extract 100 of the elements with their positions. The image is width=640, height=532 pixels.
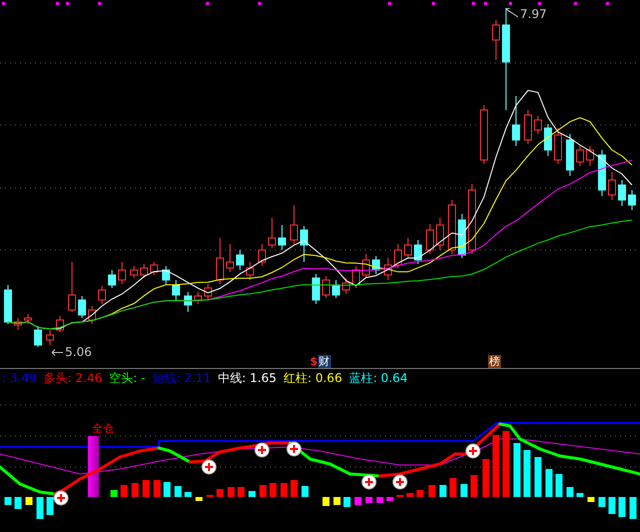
histogram-bar bbox=[174, 486, 182, 497]
plus-signal-icon bbox=[254, 442, 270, 458]
indicator-value: 多头: 2.46 bbox=[44, 371, 102, 385]
candlestick bbox=[598, 150, 606, 196]
histogram-bar bbox=[184, 492, 192, 497]
histogram-bar bbox=[36, 497, 44, 519]
histogram-bar bbox=[450, 478, 456, 497]
candlestick bbox=[312, 274, 320, 304]
histogram-bar bbox=[482, 459, 490, 497]
histogram-bar bbox=[154, 480, 160, 497]
candlestick bbox=[394, 244, 402, 268]
candlestick bbox=[172, 280, 180, 300]
candlestick bbox=[204, 284, 212, 300]
candlestick bbox=[384, 258, 392, 280]
histogram-bar bbox=[366, 497, 372, 503]
histogram-bar bbox=[524, 450, 530, 497]
candlestick bbox=[150, 262, 158, 276]
candlestick bbox=[352, 266, 360, 288]
plus-signal-icon bbox=[202, 460, 216, 474]
candlestick bbox=[118, 262, 126, 284]
candlestick bbox=[458, 214, 466, 258]
candlestick bbox=[414, 240, 422, 264]
candlestick bbox=[290, 204, 298, 244]
candlestick bbox=[194, 292, 202, 304]
candlestick bbox=[468, 184, 476, 254]
histogram-bar bbox=[546, 469, 552, 497]
candlestick bbox=[78, 296, 86, 318]
candlestick bbox=[480, 104, 488, 164]
candlestick bbox=[608, 172, 616, 200]
histogram-bar bbox=[416, 490, 424, 497]
indicator-value: 中线: 1.65 bbox=[218, 371, 276, 385]
histogram-bar bbox=[406, 493, 414, 497]
histogram-bar bbox=[618, 497, 626, 517]
candlestick bbox=[140, 264, 148, 278]
candlestick bbox=[372, 256, 380, 274]
histogram-bar bbox=[386, 497, 394, 501]
histogram-bar bbox=[196, 497, 202, 501]
candlestick bbox=[322, 276, 330, 298]
signal-label: 全仓 bbox=[92, 423, 114, 435]
candlestick bbox=[130, 266, 138, 278]
candlestick bbox=[162, 266, 170, 284]
histogram-bar bbox=[514, 443, 520, 497]
histogram-bar bbox=[608, 497, 616, 514]
candlestick bbox=[88, 306, 96, 324]
candlestick bbox=[544, 124, 552, 156]
signal-bar bbox=[88, 436, 99, 497]
histogram-bar bbox=[26, 497, 32, 505]
pointer-arrow-icon bbox=[505, 8, 519, 18]
histogram-bar bbox=[428, 485, 436, 497]
histogram-bar bbox=[142, 480, 150, 497]
candlestick bbox=[68, 262, 76, 312]
histogram-bar bbox=[440, 485, 446, 497]
indicator-value: 红柱: 0.66 bbox=[284, 371, 342, 385]
candlestick bbox=[554, 128, 562, 164]
histogram-bar bbox=[132, 483, 138, 497]
candlestick bbox=[362, 254, 370, 278]
candlestick bbox=[300, 226, 308, 262]
histogram-bar bbox=[120, 485, 128, 497]
histogram-bar bbox=[216, 489, 224, 497]
candlestick bbox=[258, 244, 266, 266]
histogram-bar bbox=[576, 493, 584, 497]
indicator-value: : 3.49 bbox=[2, 371, 37, 385]
histogram-bar bbox=[344, 497, 350, 507]
candlestick bbox=[14, 318, 22, 330]
histogram-bar bbox=[260, 485, 266, 497]
histogram-bar bbox=[502, 431, 510, 497]
pointer-arrow-icon bbox=[51, 348, 64, 356]
plus-signal-icon bbox=[286, 442, 302, 456]
histogram-bar bbox=[238, 487, 244, 497]
candlestick bbox=[342, 278, 350, 294]
histogram-bar bbox=[14, 497, 22, 509]
candlestick bbox=[586, 146, 594, 166]
candlestick bbox=[534, 116, 542, 134]
histogram-bar bbox=[534, 457, 542, 497]
histogram-bar bbox=[46, 497, 54, 515]
histogram-bar bbox=[248, 491, 256, 497]
histogram-bar bbox=[354, 497, 362, 505]
histogram-bar bbox=[334, 497, 340, 505]
indicator-value: 蓝柱: 0.64 bbox=[349, 371, 408, 385]
histogram-bar bbox=[302, 486, 308, 497]
candlestick bbox=[236, 250, 244, 270]
candlestick bbox=[24, 314, 32, 324]
histogram-bar bbox=[588, 497, 594, 502]
high-price-label: 7.97 bbox=[520, 8, 547, 20]
candlestick bbox=[512, 96, 520, 146]
candlestick bbox=[226, 244, 234, 272]
rank-badge[interactable]: 榜 bbox=[488, 355, 501, 368]
histogram-bar bbox=[598, 497, 606, 507]
histogram-bar bbox=[110, 490, 118, 497]
candlestick bbox=[216, 238, 224, 284]
candlestick bbox=[448, 200, 456, 254]
candlestick bbox=[404, 238, 412, 258]
histogram-bar bbox=[630, 497, 636, 519]
candlestick bbox=[268, 218, 276, 248]
histogram-bar bbox=[460, 484, 468, 497]
candlestick bbox=[618, 180, 626, 206]
histogram-bar bbox=[270, 483, 276, 497]
candlestick bbox=[184, 292, 192, 312]
candlestick bbox=[566, 134, 574, 176]
histogram-bar bbox=[164, 482, 170, 497]
